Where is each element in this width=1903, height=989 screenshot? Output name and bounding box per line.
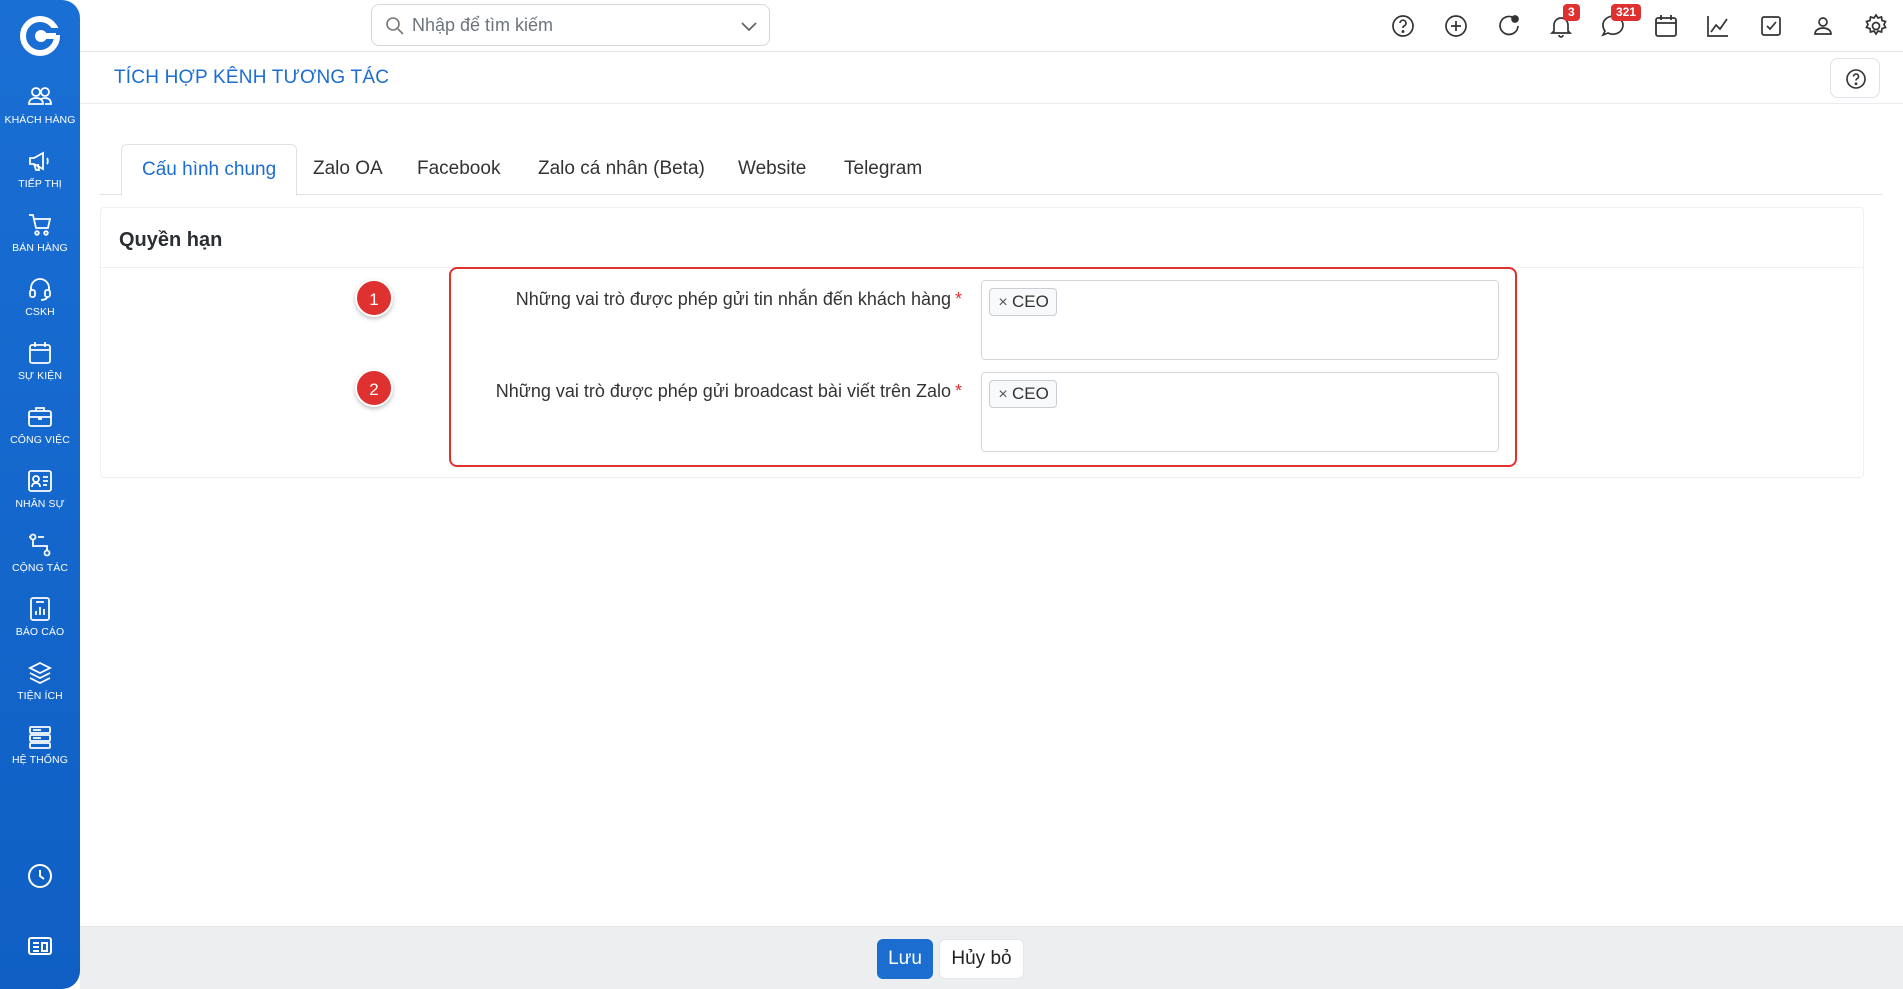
roles-broadcast-select[interactable]: × CEO <box>981 372 1499 452</box>
gear-icon[interactable] <box>1862 12 1890 40</box>
briefcase-icon <box>28 407 52 427</box>
sidebar-item-label: CÔNG VIỆC <box>10 434 70 446</box>
search-input[interactable] <box>412 13 712 37</box>
help-icon <box>1846 69 1866 89</box>
sidebar-item-tiep-thi[interactable]: TIẾP THỊ <box>0 148 80 190</box>
sidebar-item-he-thong[interactable]: HỆ THỐNG <box>0 724 80 766</box>
remove-tag-icon[interactable]: × <box>994 290 1012 316</box>
sidebar-item-cong-viec[interactable]: CÔNG VIỆC <box>0 404 80 446</box>
field-label-broadcast: Những vai trò được phép gửi broadcast bà… <box>496 381 962 402</box>
required-mark: * <box>954 381 962 401</box>
sidebar-item-label: KHÁCH HÀNG <box>4 114 76 126</box>
tab-cau-hinh-chung[interactable]: Cấu hình chung <box>121 144 298 196</box>
remove-tag-icon[interactable]: × <box>994 382 1012 408</box>
id-card-icon <box>28 470 52 492</box>
role-tag-label: CEO <box>1012 292 1049 311</box>
step-marker-2: 2 <box>355 369 393 407</box>
sidebar-item-label: TIẾP THỊ <box>18 178 62 190</box>
page-title: TÍCH HỢP KÊNH TƯƠNG TÁC <box>114 67 390 88</box>
global-search[interactable] <box>371 4 770 46</box>
field-label-text: Những vai trò được phép gửi broadcast bà… <box>495 381 951 401</box>
chat-icon[interactable]: 321 <box>1599 4 1642 40</box>
news-icon <box>28 937 52 955</box>
sidebar-item-ban-hang[interactable]: BÁN HÀNG <box>0 212 80 254</box>
sidebar: KHÁCH HÀNG TIẾP THỊ BÁN HÀNG CSKH SỰ KIỆ… <box>0 0 80 989</box>
sidebar-item-label: TIỆN ÍCH <box>17 690 63 702</box>
sidebar-item-khach-hang[interactable]: KHÁCH HÀNG <box>0 84 80 126</box>
sidebar-item-label: SỰ KIỆN <box>17 370 63 382</box>
cart-icon <box>29 214 52 236</box>
required-mark: * <box>954 289 962 309</box>
step-marker-1: 1 <box>355 279 393 317</box>
topbar: 3 321 <box>80 0 1903 52</box>
notification-bell-icon[interactable]: 3 <box>1547 4 1580 40</box>
card-header: Quyền hạn <box>101 208 1863 268</box>
activity-icon[interactable] <box>1494 12 1522 40</box>
role-tag[interactable]: × CEO <box>989 288 1057 316</box>
tab-facebook[interactable]: Facebook <box>397 144 520 195</box>
app-logo[interactable] <box>20 16 60 56</box>
news-button[interactable] <box>0 932 80 965</box>
sidebar-item-bao-cao[interactable]: BÁO CÁO <box>0 596 80 638</box>
sidebar-item-label: CSKH <box>25 306 55 318</box>
section-title: Quyền hạn <box>119 229 223 251</box>
headset-icon <box>29 278 51 301</box>
notification-badge: 3 <box>1563 4 1580 21</box>
chart-line-icon[interactable] <box>1704 12 1732 40</box>
tab-zalo-ca-nhan[interactable]: Zalo cá nhân (Beta) <box>518 144 725 195</box>
page-header: TÍCH HỢP KÊNH TƯƠNG TÁC <box>80 52 1903 104</box>
add-icon[interactable] <box>1442 12 1470 40</box>
task-check-icon[interactable] <box>1757 12 1785 40</box>
footer-bar: Lưu Hủy bỏ <box>80 926 1903 989</box>
sidebar-item-cskh[interactable]: CSKH <box>0 276 80 318</box>
field-label-send-message: Những vai trò được phép gửi tin nhắn đến… <box>516 289 962 310</box>
clock-icon <box>28 864 52 888</box>
sidebar-item-nhan-su[interactable]: NHÂN SỰ <box>0 468 80 510</box>
sidebar-item-label: NHÂN SỰ <box>15 498 65 510</box>
megaphone-icon <box>29 151 49 171</box>
cancel-button[interactable]: Hủy bỏ <box>939 939 1024 979</box>
message-badge: 321 <box>1611 4 1642 21</box>
server-icon <box>29 726 51 749</box>
sidebar-item-label: BÁO CÁO <box>15 626 65 638</box>
layers-icon <box>27 661 53 685</box>
users-icon <box>28 87 52 105</box>
tab-telegram[interactable]: Telegram <box>824 144 942 195</box>
sidebar-item-label: CỘNG TÁC <box>11 562 69 574</box>
sidebar-item-label: BÁN HÀNG <box>12 242 68 254</box>
sidebar-item-su-kien[interactable]: SỰ KIỆN <box>0 340 80 382</box>
role-tag-label: CEO <box>1012 384 1049 403</box>
flow-icon <box>29 533 51 557</box>
roles-send-message-select[interactable]: × CEO <box>981 280 1499 360</box>
user-icon[interactable] <box>1809 12 1837 40</box>
report-icon <box>30 597 50 621</box>
search-icon <box>386 17 404 35</box>
tab-website[interactable]: Website <box>718 144 826 195</box>
role-tag[interactable]: × CEO <box>989 380 1057 408</box>
calendar-icon <box>29 342 51 364</box>
help-icon[interactable] <box>1389 12 1417 40</box>
save-button[interactable]: Lưu <box>877 939 933 979</box>
tab-bar: Cấu hình chung Zalo OA Facebook Zalo cá … <box>100 144 1882 196</box>
page-help-button[interactable] <box>1830 58 1880 98</box>
history-button[interactable] <box>0 862 80 895</box>
calendar-top-icon[interactable] <box>1652 12 1680 40</box>
sidebar-item-label: HỆ THỐNG <box>11 754 69 766</box>
sidebar-item-tien-ich[interactable]: TIỆN ÍCH <box>0 660 80 702</box>
chevron-down-icon[interactable] <box>739 17 759 35</box>
sidebar-item-cong-tac[interactable]: CỘNG TÁC <box>0 532 80 574</box>
tab-zalo-oa[interactable]: Zalo OA <box>293 144 403 195</box>
field-label-text: Những vai trò được phép gửi tin nhắn đến… <box>515 289 951 309</box>
